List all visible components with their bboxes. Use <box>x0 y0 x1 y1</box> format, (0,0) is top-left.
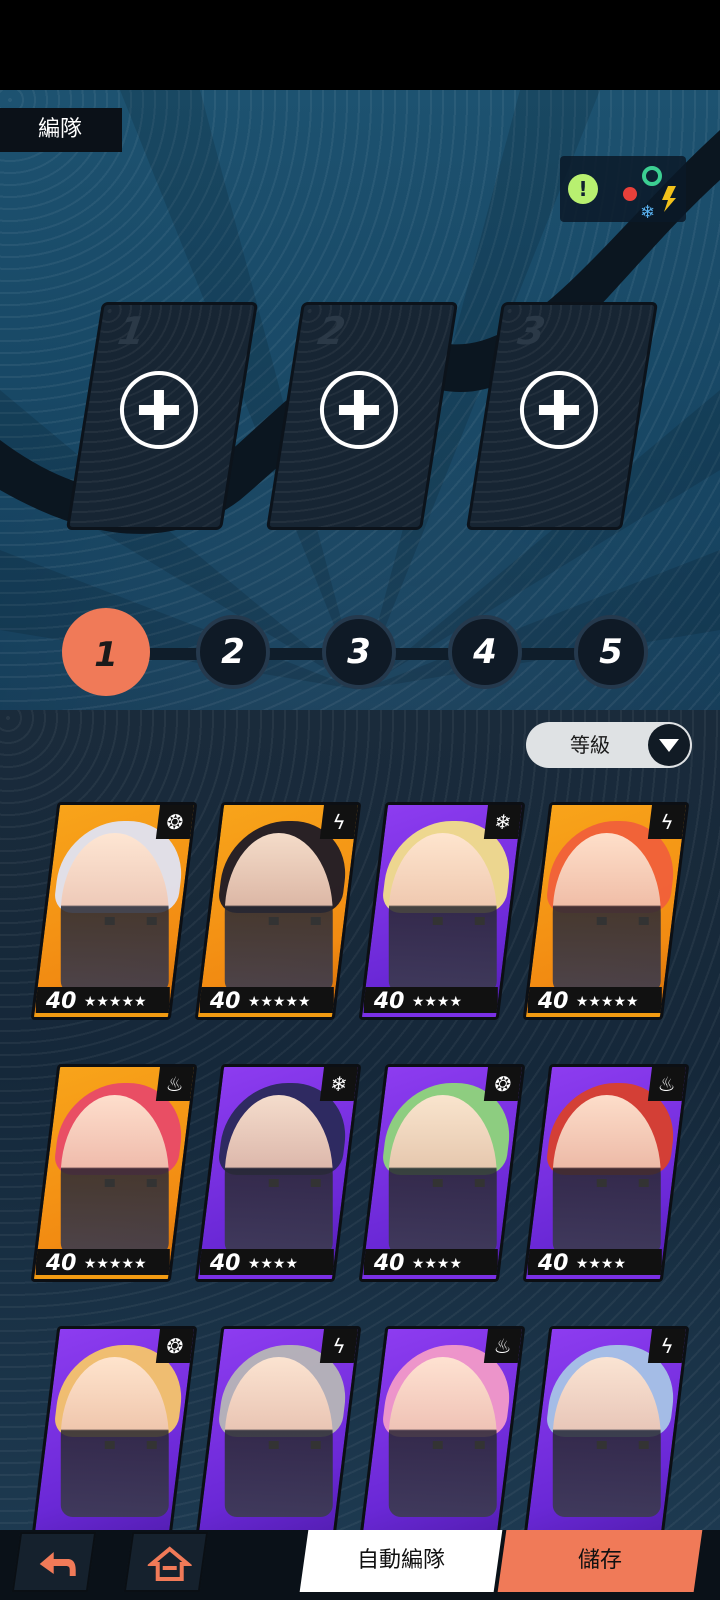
save-label: 儲存 <box>577 1548 622 1573</box>
rarity-strip <box>361 1013 497 1017</box>
info-icon: ! <box>568 174 598 204</box>
character-portrait <box>552 1095 661 1255</box>
character-eyes <box>596 1179 649 1187</box>
character-eyes <box>268 1179 321 1187</box>
character-portrait <box>552 1357 661 1517</box>
character-card[interactable]: ϟ 40 ★★★★★ <box>194 802 362 1020</box>
auto-formation-button[interactable]: 自動編隊 <box>299 1530 503 1592</box>
chevron-down-icon <box>648 724 690 766</box>
character-card[interactable]: ϟ 40 ★★★★★ <box>522 802 690 1020</box>
svg-text:❄: ❄ <box>640 202 655 222</box>
team-tab-1[interactable]: 1 <box>62 608 150 696</box>
character-eyes <box>104 1441 157 1449</box>
add-member-icon <box>119 371 198 449</box>
home-button[interactable] <box>123 1532 209 1592</box>
wind-icon: ❂ <box>155 805 195 839</box>
slot-number: 3 <box>514 309 549 353</box>
team-tab-4[interactable]: 4 <box>448 615 522 689</box>
character-card[interactable]: ♨ 40 ★★★★ <box>522 1064 690 1282</box>
rarity-strip <box>525 1275 661 1279</box>
character-portrait <box>60 1357 169 1517</box>
team-tab-3[interactable]: 3 <box>322 615 396 689</box>
character-portrait <box>388 833 497 993</box>
back-button[interactable] <box>11 1532 97 1592</box>
character-eyes <box>596 917 649 925</box>
back-arrow-icon <box>39 1552 76 1576</box>
rarity-strip <box>361 1275 497 1279</box>
character-card[interactable]: ϟ <box>522 1326 690 1544</box>
slot-number: 2 <box>314 309 349 353</box>
character-card[interactable]: ❂ 40 ★★★★ <box>358 1064 526 1282</box>
sort-dropdown[interactable]: 等級 <box>526 722 692 768</box>
character-portrait <box>388 1095 497 1255</box>
character-card[interactable]: ❂ <box>30 1326 198 1544</box>
wind-icon: ❂ <box>155 1329 195 1363</box>
formation-screen: 編隊 ! ❄ 1 2 3 1 2 3 4 5 等級 ❂ 40 ★★★★★ ϟ 40 ★★★… <box>0 90 720 1600</box>
character-portrait <box>60 833 169 993</box>
character-portrait <box>224 1095 333 1255</box>
rarity-strip <box>33 1013 169 1017</box>
rarity-strip <box>525 1013 661 1017</box>
wind-icon: ❂ <box>483 1067 523 1101</box>
team-tab-2[interactable]: 2 <box>196 615 270 689</box>
electric-icon: ϟ <box>319 805 359 839</box>
ice-icon: ❄ <box>319 1067 359 1101</box>
save-button[interactable]: 儲存 <box>497 1530 703 1592</box>
character-portrait <box>224 1357 333 1517</box>
character-portrait <box>388 1357 497 1517</box>
fire-icon: ♨ <box>155 1067 195 1101</box>
rarity-strip <box>33 1275 169 1279</box>
element-chart-button[interactable]: ! ❄ <box>560 156 686 222</box>
character-card[interactable]: ϟ <box>194 1326 362 1544</box>
auto-formation-label: 自動編隊 <box>356 1548 445 1573</box>
electric-icon: ϟ <box>319 1329 359 1363</box>
slot-number: 1 <box>114 309 149 353</box>
character-eyes <box>596 1441 649 1449</box>
character-portrait <box>60 1095 169 1255</box>
ice-icon: ❄ <box>483 805 523 839</box>
character-eyes <box>268 1441 321 1449</box>
rarity-strip <box>197 1275 333 1279</box>
electric-icon: ϟ <box>647 1329 687 1363</box>
character-card[interactable]: ❄ 40 ★★★★ <box>194 1064 362 1282</box>
character-card[interactable]: ♨ 40 ★★★★★ <box>30 1064 198 1282</box>
sort-label: 等級 <box>570 733 610 757</box>
fire-icon: ♨ <box>647 1067 687 1101</box>
character-portrait <box>552 833 661 993</box>
electric-icon: ϟ <box>647 805 687 839</box>
home-icon <box>147 1546 192 1581</box>
team-tab-5[interactable]: 5 <box>574 615 648 689</box>
character-card[interactable]: ❄ 40 ★★★★ <box>358 802 526 1020</box>
character-eyes <box>432 1441 485 1449</box>
character-eyes <box>268 917 321 925</box>
character-eyes <box>432 1179 485 1187</box>
page-title: 編隊 <box>0 108 122 152</box>
character-card[interactable]: ♨ <box>358 1326 526 1544</box>
element-cycle-icon: ❄ <box>623 166 676 222</box>
character-eyes <box>104 1179 157 1187</box>
character-eyes <box>432 917 485 925</box>
fire-icon: ♨ <box>483 1329 523 1363</box>
character-portrait <box>224 833 333 993</box>
character-eyes <box>104 917 157 925</box>
rarity-strip <box>197 1013 333 1017</box>
character-card[interactable]: ❂ 40 ★★★★★ <box>30 802 198 1020</box>
add-member-icon <box>319 371 398 449</box>
add-member-icon <box>519 371 598 449</box>
